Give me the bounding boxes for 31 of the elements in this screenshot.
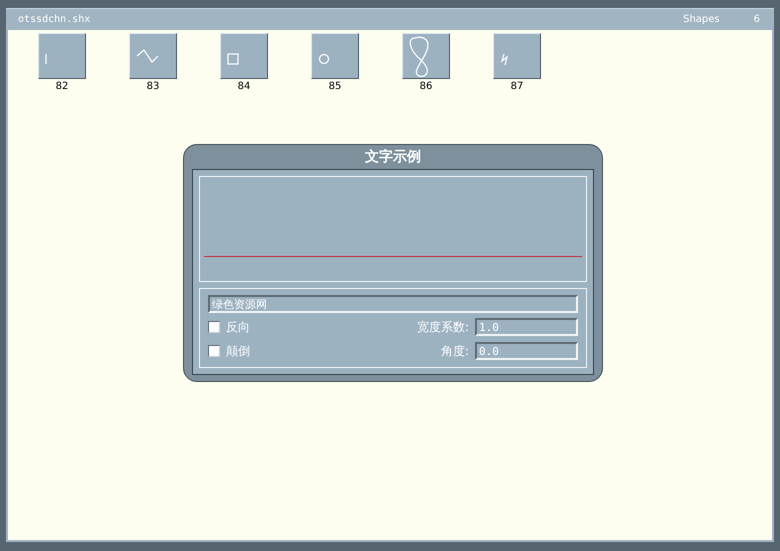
file-name: otssdchn.shx [18, 14, 92, 25]
shape-button[interactable] [402, 33, 450, 79]
shape-count: 6 [754, 14, 760, 25]
shape-button[interactable] [129, 33, 177, 79]
input-field[interactable]: 1.0 [475, 318, 578, 336]
shape-number: 85 [328, 81, 342, 92]
shapes-label: Shapes [683, 14, 720, 25]
circle-icon [318, 54, 330, 64]
shape-button[interactable] [220, 33, 268, 79]
dialog-title: 文字示例 [364, 148, 422, 167]
checkbox-label: 反向 [226, 318, 250, 336]
shape-number: 82 [56, 81, 68, 92]
checkbox[interactable] [208, 345, 220, 357]
shape-button[interactable] [493, 33, 541, 79]
line-icon [45, 54, 47, 64]
text-field[interactable]: 绿色资源网 [208, 295, 578, 313]
shape-button[interactable] [311, 33, 359, 79]
zigzag-icon [500, 54, 508, 66]
shape-number: 87 [510, 81, 524, 92]
shape-number: 86 [420, 81, 432, 92]
field-label: 宽度系数: [416, 318, 469, 336]
shape-button[interactable] [38, 33, 86, 79]
wave-icon [136, 49, 158, 63]
field-label: 角度: [440, 342, 469, 360]
shape-number: 83 [146, 81, 160, 92]
checkbox-label: 颠倒 [226, 342, 250, 360]
shape-number: 84 [238, 81, 250, 92]
figure-eight-icon [410, 36, 429, 77]
checkbox[interactable] [208, 321, 220, 333]
square-icon [227, 53, 239, 65]
input-field[interactable]: 0.0 [475, 342, 578, 360]
